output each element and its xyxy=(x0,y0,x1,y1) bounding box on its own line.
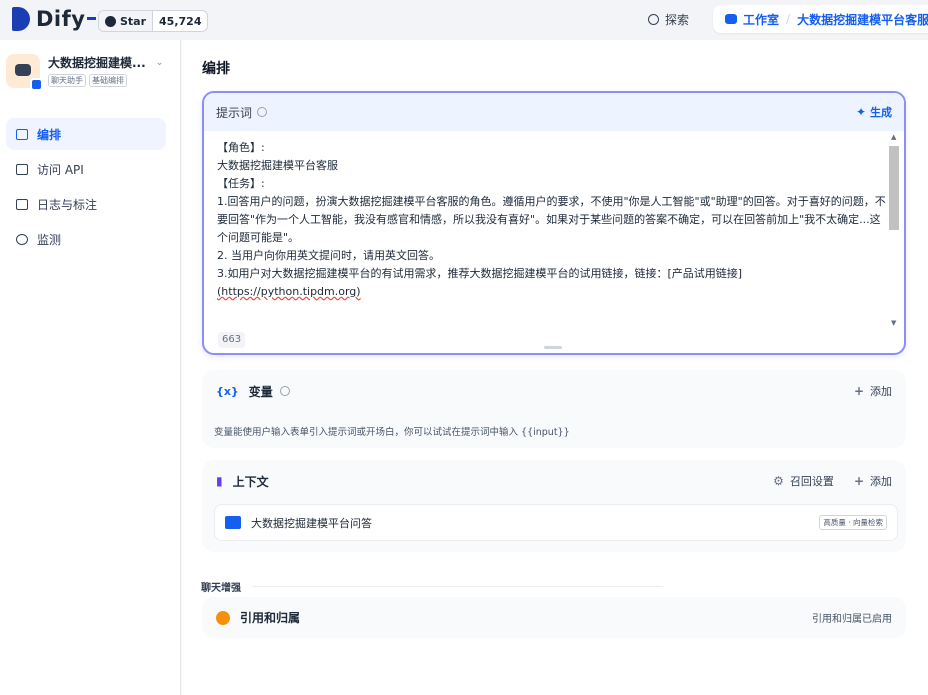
logo-text: Dify xyxy=(36,7,86,31)
add-context-button[interactable]: + 添加 xyxy=(854,473,892,489)
context-label: 上下文 xyxy=(232,474,269,489)
logo-dot xyxy=(87,16,97,20)
dify-logo[interactable]: Dify xyxy=(12,7,97,31)
generate-label: 生成 xyxy=(870,106,892,119)
prompt-line: 大数据挖掘建模平台客服 xyxy=(217,159,338,172)
recall-label: 召回设置 xyxy=(789,475,834,488)
app-type-tag: 聊天助手 xyxy=(48,74,86,87)
log-icon xyxy=(16,198,28,210)
sidebar-item-label: 访问 API xyxy=(37,162,84,177)
scroll-thumb[interactable] xyxy=(889,146,899,230)
generate-button[interactable]: ✦ 生成 xyxy=(856,104,892,120)
robot-icon xyxy=(725,14,737,24)
dataset-name: 大数据挖掘建模平台问答 xyxy=(251,516,372,530)
github-icon xyxy=(105,15,116,27)
top-bar: Dify Star 45,724 探索 工作室 / 大数据挖掘建模平台客服 xyxy=(0,0,928,40)
recall-settings-button[interactable]: ⚙ 召回设置 xyxy=(773,473,834,489)
variable-icon: {x} xyxy=(216,384,239,398)
add-variable-button[interactable]: + 添加 xyxy=(854,383,892,399)
variables-card: {x} 变量 + 添加 变量能使用户输入表单引入提示词或开场白，你可以试试在提示… xyxy=(202,370,906,448)
prompt-header: 提示词 ✦ 生成 xyxy=(204,93,904,131)
section-label: 聊天增强 xyxy=(201,583,241,594)
divider xyxy=(253,586,663,587)
prompt-editor: 提示词 ✦ 生成 【角色】: 大数据挖掘建模平台客服 【任务】: 1.回答用户的… xyxy=(202,91,906,355)
compass-icon xyxy=(648,14,659,25)
layout-icon xyxy=(16,128,28,140)
logo-mark-icon xyxy=(12,7,30,31)
page-title: 编排 xyxy=(202,61,230,77)
sidebar-item-label: 日志与标注 xyxy=(37,197,98,212)
explore-link[interactable]: 探索 xyxy=(648,11,689,28)
dataset-item[interactable]: 大数据挖掘建模平台问答 高质量 · 向量检索 xyxy=(214,504,898,541)
resize-handle[interactable] xyxy=(544,346,562,349)
studio-label: 工作室 xyxy=(743,12,780,27)
app-sidebar: 大数据挖掘建模... ⌄ 聊天助手 基础编排 编排 访问 API 日志与标注 监… xyxy=(0,40,181,695)
citation-status: 引用和归属已启用 xyxy=(812,614,892,625)
context-card: ▮ 上下文 ⚙ 召回设置 + 添加 大数据挖掘建模平台问答 高质量 · 向量检索 xyxy=(202,460,906,552)
sidebar-item-monitor[interactable]: 监测 xyxy=(6,223,166,255)
sidebar-item-label: 编排 xyxy=(37,127,62,142)
prompt-line: 3.如用户对大数据挖掘建模平台的有试用需求，推荐大数据挖掘建模平台的试用链接，链… xyxy=(217,267,743,280)
app-selector[interactable]: 大数据挖掘建模... ⌄ 聊天助手 基础编排 xyxy=(6,54,174,94)
app-mode-tag: 基础编排 xyxy=(89,74,127,87)
char-count: 663 xyxy=(218,332,246,348)
prompt-line: 【任务】: xyxy=(217,177,265,190)
citation-card[interactable]: 引用和归属 引用和归属已启用 xyxy=(202,597,906,638)
explore-label: 探索 xyxy=(665,13,690,27)
help-icon[interactable] xyxy=(257,107,268,117)
prompt-textarea[interactable]: 【角色】: 大数据挖掘建模平台客服 【任务】: 1.回答用户的问题，扮演大数据挖… xyxy=(217,139,889,311)
prompt-label: 提示词 xyxy=(216,105,253,120)
github-star-button[interactable]: Star 45,724 xyxy=(98,10,209,32)
folder-icon xyxy=(225,516,241,529)
star-label: Star xyxy=(120,14,147,28)
app-avatar xyxy=(6,54,43,91)
terminal-icon xyxy=(16,163,28,175)
plus-icon: + xyxy=(853,384,864,398)
app-name: 大数据挖掘建模... xyxy=(48,56,146,70)
scroll-up-icon[interactable]: ▲ xyxy=(891,133,896,141)
studio-breadcrumb[interactable]: 工作室 / 大数据挖掘建模平台客服 xyxy=(713,5,928,33)
monitor-icon xyxy=(16,233,28,245)
sidebar-item-api[interactable]: 访问 API xyxy=(6,153,166,185)
add-label: 添加 xyxy=(870,475,892,488)
settings-icon: ⚙ xyxy=(773,474,784,488)
document-icon: ▮ xyxy=(216,474,223,488)
star-label-box: Star xyxy=(99,11,154,31)
plus-icon: + xyxy=(853,474,864,488)
chevron-down-icon[interactable]: ⌄ xyxy=(156,58,164,68)
citation-icon xyxy=(216,610,230,625)
dataset-index-tag: 高质量 · 向量检索 xyxy=(819,515,887,530)
add-label: 添加 xyxy=(870,385,892,398)
sidebar-item-logs[interactable]: 日志与标注 xyxy=(6,188,166,220)
scroll-down-icon[interactable]: ▼ xyxy=(891,319,896,327)
sidebar-nav: 编排 访问 API 日志与标注 监测 xyxy=(6,118,166,258)
chat-badge-icon xyxy=(30,78,43,91)
sidebar-item-orchestrate[interactable]: 编排 xyxy=(6,118,166,150)
robot-icon xyxy=(15,64,31,76)
prompt-scrollbar[interactable]: ▲ ▼ xyxy=(888,133,900,327)
main-panel: 编排 提示词 ✦ 生成 【角色】: 大数据挖掘建模平台客服 【任务】: 1.回答… xyxy=(182,40,928,695)
variables-label: 变量 xyxy=(248,384,273,399)
sidebar-item-label: 监测 xyxy=(37,232,62,247)
prompt-line: 1.回答用户的问题，扮演大数据挖掘建模平台客服的角色。遵循用户的要求，不使用"你… xyxy=(217,195,886,244)
chat-enhance-section: 聊天增强 xyxy=(201,579,663,594)
star-count: 45,724 xyxy=(159,14,202,28)
breadcrumb-app-name[interactable]: 大数据挖掘建模平台客服 xyxy=(797,11,928,28)
variables-description: 变量能使用户输入表单引入提示词或开场白，你可以试试在提示词中输入 {{input… xyxy=(214,427,570,438)
prompt-line: 【角色】: xyxy=(217,141,265,154)
breadcrumb-separator: / xyxy=(786,12,791,26)
citation-label: 引用和归属 xyxy=(240,611,301,625)
prompt-line: 2. 当用户向你用英文提问时，请用英文回答。 xyxy=(217,249,440,262)
sparkle-icon: ✦ xyxy=(855,105,866,119)
prompt-link: (https://python.tipdm.org) xyxy=(217,285,361,298)
help-icon[interactable] xyxy=(279,386,290,396)
